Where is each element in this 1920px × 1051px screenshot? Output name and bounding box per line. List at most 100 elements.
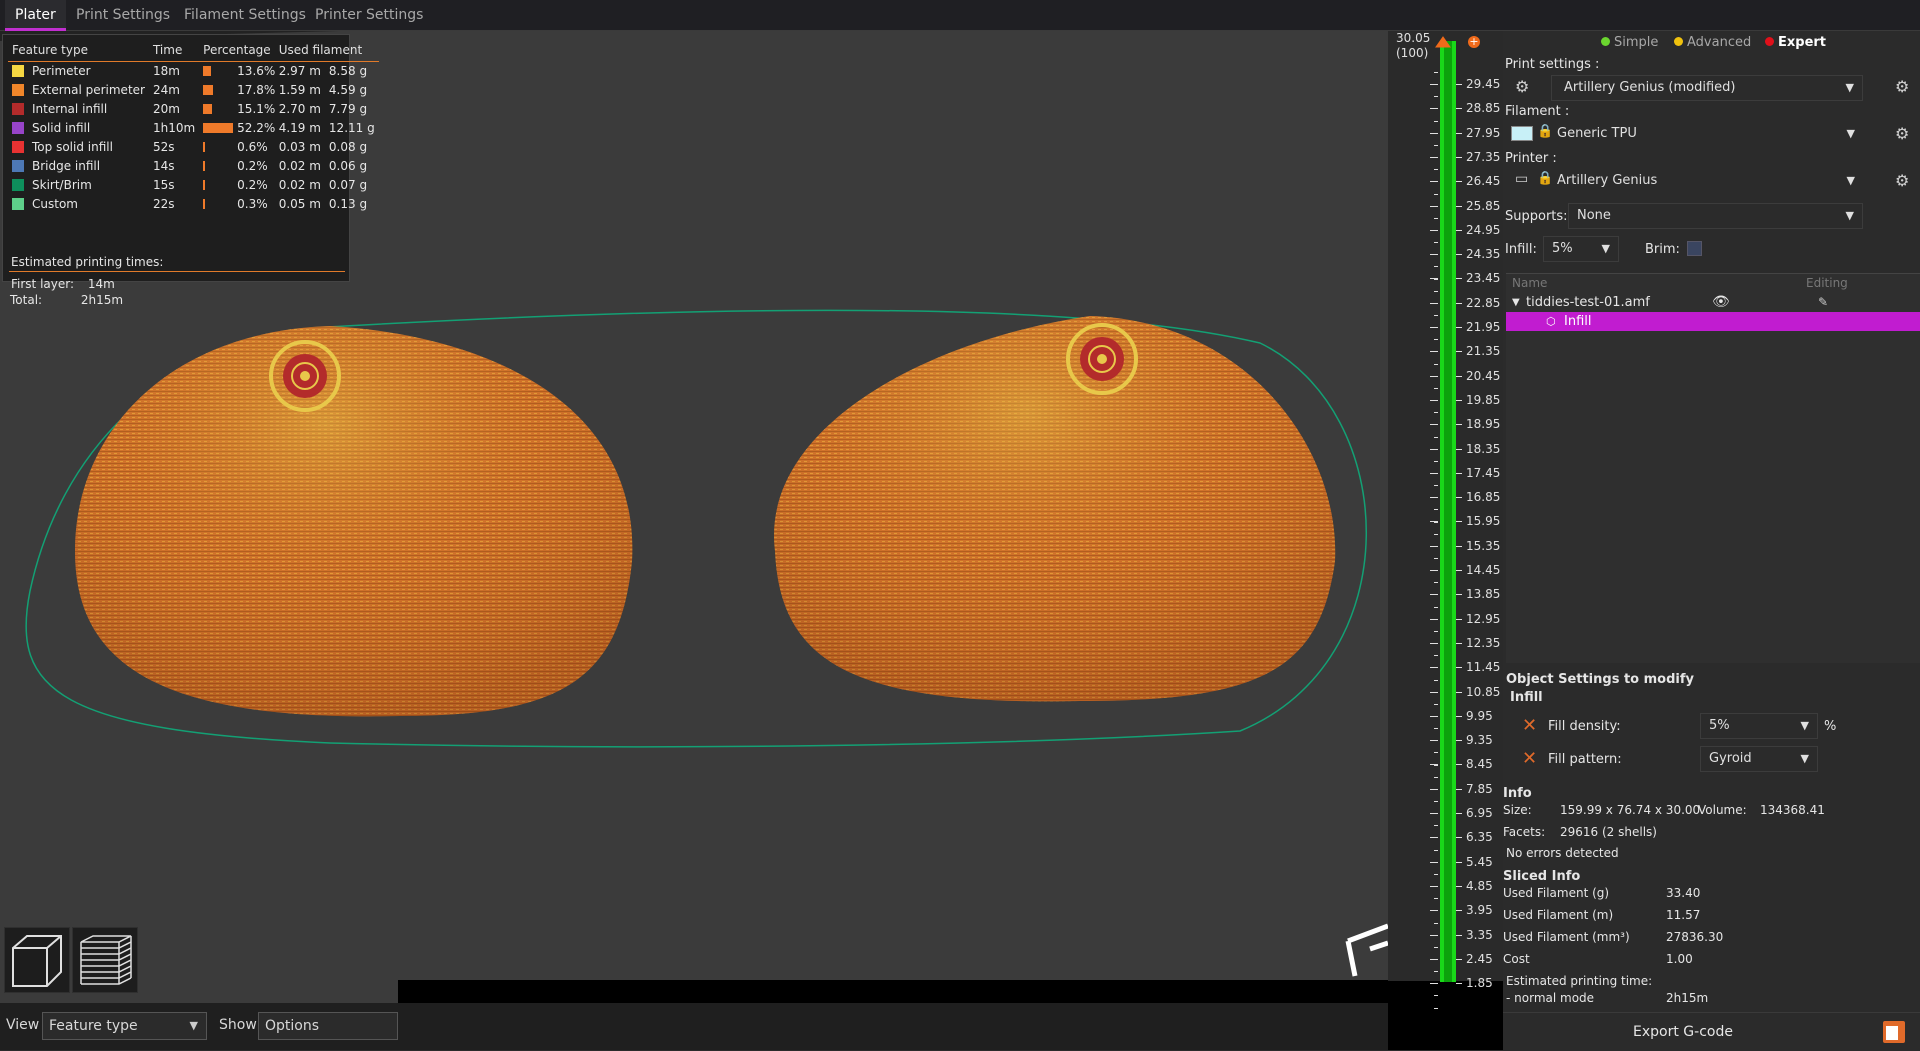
legend-header-used-filament: Used filament (274, 39, 379, 62)
fill-density-select[interactable]: 5% ▼ (1700, 713, 1818, 739)
legend-swatch (12, 64, 24, 77)
brim-label: Brim: (1645, 242, 1680, 257)
layer-minor-tick (1434, 788, 1438, 790)
legend-length: 1.59 m (278, 82, 321, 97)
layer-minor-tick (1434, 193, 1438, 195)
legend-time: 22s (152, 196, 175, 211)
infill-modifier-row[interactable]: ⬡ Infill (1506, 312, 1920, 331)
supports-select[interactable]: None ▼ (1568, 203, 1863, 229)
filament-gear-icon[interactable]: ⚙ (1895, 124, 1909, 143)
legend-percentage-bar (203, 198, 206, 209)
volume-label: Volume: (1698, 803, 1747, 817)
print-settings-label: Print settings : (1505, 57, 1600, 72)
object-row[interactable]: ▼ tiddies-test-01.amf 👁 ✎ (1506, 293, 1920, 312)
layer-slider[interactable]: 30.05 (100) + 29.45 28.85 27.95 27.35 26.45 2… (1388, 31, 1503, 1009)
layer-minor-tick (1434, 728, 1438, 730)
sliced-info-label: Used Filament (mm³) (1503, 930, 1630, 944)
view-layers-button[interactable] (72, 927, 138, 993)
layer-minor-tick (1434, 157, 1438, 159)
layer-minor-tick (1434, 776, 1438, 778)
layer-tick-mark (1456, 181, 1462, 183)
tab-print-settings[interactable]: Print Settings (66, 0, 180, 31)
fill-pattern-select[interactable]: Gyroid ▼ (1700, 746, 1818, 772)
export-gcode-button[interactable]: Export G-code (1503, 1013, 1863, 1051)
tab-plater[interactable]: Plater (5, 0, 66, 31)
filament-select[interactable]: Generic TPU ▼ (1551, 122, 1863, 148)
layer-minor-tick (1434, 375, 1438, 377)
layer-tick-label: 1.85 (1466, 976, 1493, 991)
legend-row: Perimeter 18m 13.6% 2.97 m 8.58 g (8, 61, 379, 80)
infill-select[interactable]: 5% ▼ (1543, 236, 1619, 262)
layer-tick-mark (1456, 910, 1462, 912)
advanced-dot-icon (1674, 37, 1683, 46)
legend-percentage-bar (203, 84, 214, 95)
sliced-info-value: 11.57 (1666, 908, 1701, 922)
legend-swatch (12, 197, 24, 210)
layer-tick-mark (1456, 84, 1462, 85)
legend-percentage-bar (203, 179, 206, 190)
layer-minor-tick (1434, 132, 1438, 134)
mode-advanced[interactable]: Advanced (1674, 35, 1751, 50)
print-settings-gear-icon[interactable]: ⚙ (1895, 77, 1909, 96)
layer-minor-tick (1434, 643, 1438, 645)
legend-rows: Perimeter 18m 13.6% 2.97 m 8.58 g External pe… (8, 61, 379, 213)
show-select[interactable]: Options (258, 1012, 398, 1040)
layer-minor-tick (1434, 752, 1438, 754)
layer-minor-tick (1434, 545, 1438, 547)
object-file-name: tiddies-test-01.amf (1526, 295, 1650, 310)
edit-icon[interactable]: ✎ (1818, 293, 1828, 312)
view-3d-button[interactable] (4, 927, 70, 993)
layer-minor-tick (1434, 618, 1438, 620)
layer-tick-mark (1456, 205, 1462, 207)
tab-printer-settings[interactable]: Printer Settings (305, 0, 433, 31)
tab-filament-settings[interactable]: Filament Settings (174, 0, 316, 31)
printer-gear-icon[interactable]: ⚙ (1895, 171, 1909, 190)
layer-tick-mark (1456, 642, 1462, 644)
layer-minor-tick (1434, 740, 1438, 742)
layer-minor-tick (1434, 448, 1438, 450)
layer-minor-tick (1434, 84, 1438, 86)
legend-time: 52s (152, 139, 175, 154)
layer-minor-tick (1434, 363, 1438, 365)
3d-viewport[interactable]: Feature type Time Percentage Used filame… (0, 31, 1388, 1050)
expand-icon[interactable]: ▼ (1512, 293, 1520, 312)
volume-value: 134368.41 (1760, 803, 1825, 817)
add-color-change-icon[interactable]: + (1468, 36, 1480, 48)
infill-label: Infill: (1505, 242, 1537, 257)
view-select[interactable]: Feature type ▼ (42, 1012, 207, 1040)
legend-length: 4.19 m (278, 120, 321, 135)
brim-checkbox[interactable] (1687, 241, 1702, 256)
layer-minor-tick (1434, 715, 1438, 717)
layer-tick-label: 3.35 (1466, 927, 1493, 942)
filament-color-swatch[interactable] (1511, 126, 1533, 141)
legend-length: 0.02 m (278, 158, 321, 173)
layer-top-thumb[interactable] (1434, 33, 1464, 49)
print-settings-select[interactable]: Artillery Genius (modified) ▼ (1551, 75, 1863, 101)
send-to-printer-icon[interactable] (1883, 1021, 1905, 1043)
printer-select[interactable]: Artillery Genius ▼ (1551, 169, 1863, 195)
legend-percentage: 0.3% (237, 196, 268, 211)
layer-tick-label: 19.85 (1466, 392, 1501, 407)
remove-density-icon[interactable]: ✕ (1522, 715, 1537, 736)
eye-icon[interactable]: 👁 (1712, 293, 1730, 312)
legend-swatch (12, 159, 24, 172)
legend-length: 2.70 m (278, 101, 321, 116)
export-bar: Export G-code (1503, 1012, 1920, 1050)
filament-label: Filament : (1505, 104, 1570, 119)
layer-tick-label: 11.45 (1466, 660, 1501, 675)
legend-feature-name: Bridge infill (32, 158, 101, 173)
layer-tick-mark (1456, 934, 1462, 936)
layer-tick-mark (1456, 618, 1462, 620)
layer-minor-tick (1434, 983, 1438, 985)
layer-minor-tick (1434, 302, 1438, 304)
layer-top-index: (100) (1396, 46, 1429, 60)
layer-minor-tick (1434, 497, 1438, 499)
remove-pattern-icon[interactable]: ✕ (1522, 748, 1537, 769)
mode-simple[interactable]: Simple (1601, 35, 1658, 50)
layer-minor-tick (1434, 801, 1438, 802)
legend-feature-name: Top solid infill (32, 139, 113, 154)
layer-minor-tick (1434, 910, 1438, 912)
fill-density-value: 5% (1709, 718, 1730, 733)
mode-expert[interactable]: Expert (1765, 35, 1826, 50)
legend-header-percentage: Percentage (199, 39, 275, 62)
